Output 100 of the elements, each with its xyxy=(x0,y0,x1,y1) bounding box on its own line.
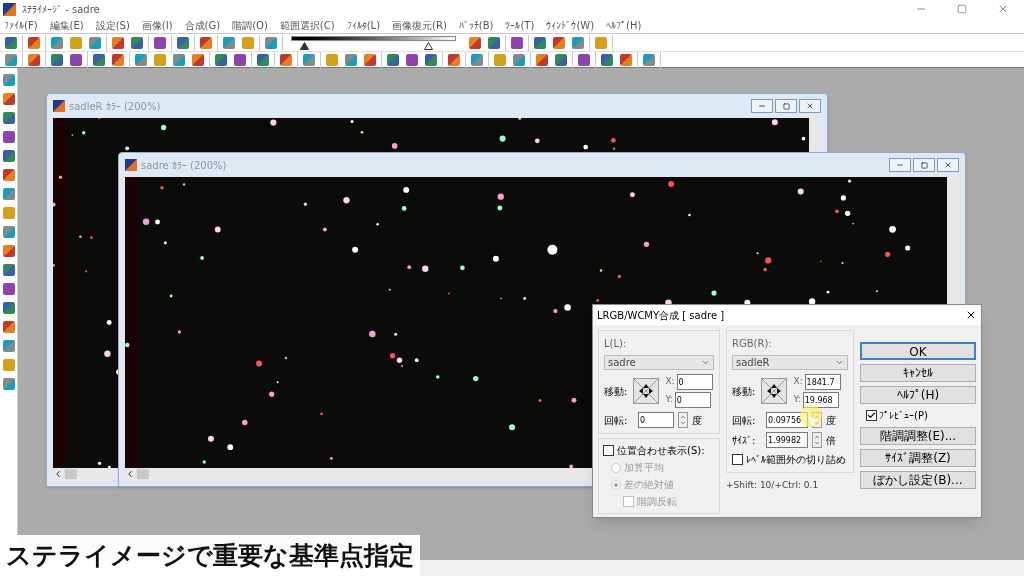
toolbar-button[interactable] xyxy=(278,51,294,68)
toolbar-button[interactable] xyxy=(641,51,657,68)
toolbar-button[interactable] xyxy=(263,34,279,51)
toolbar-button[interactable] xyxy=(91,51,107,68)
toolbar-button[interactable] xyxy=(0,281,17,297)
menu-item[interactable]: 階調(O) xyxy=(232,18,268,33)
toolbar-button[interactable] xyxy=(49,51,65,68)
dialog-button[interactable]: ｷｬﾝｾﾙ xyxy=(860,364,976,382)
move-pad-icon[interactable] xyxy=(761,378,788,404)
toolbar-button[interactable] xyxy=(0,262,17,278)
menu-item[interactable]: ﾌｧｲﾙ(F) xyxy=(4,18,38,33)
minimize-button[interactable] xyxy=(889,158,911,172)
menu-item[interactable]: ﾂｰﾙ(T) xyxy=(505,18,535,33)
toolbar-button[interactable] xyxy=(221,34,237,51)
toolbar-button[interactable] xyxy=(190,51,206,68)
toolbar-button[interactable] xyxy=(362,51,378,68)
input-field[interactable]: 0 xyxy=(674,392,711,408)
toolbar-button[interactable] xyxy=(570,34,586,51)
dialog-button[interactable]: ぼかし設定(B)... xyxy=(860,471,976,489)
toolbar-button[interactable] xyxy=(324,51,340,68)
toolbar-button[interactable] xyxy=(0,148,17,164)
scroll-left-icon[interactable] xyxy=(53,469,63,479)
toolbar-button[interactable] xyxy=(509,34,525,51)
toolbar-button[interactable] xyxy=(26,34,42,51)
close-icon[interactable] xyxy=(965,309,977,321)
close-button[interactable] xyxy=(799,99,821,113)
toolbar-button[interactable] xyxy=(486,34,502,51)
toolbar-button[interactable] xyxy=(343,51,359,68)
toolbar-button[interactable] xyxy=(0,338,17,354)
input-field[interactable]: 1841.7 xyxy=(804,374,841,390)
menu-item[interactable]: ﾌｨﾙﾀ(L) xyxy=(346,18,381,33)
menu-item[interactable]: ﾊﾞｯﾁ(B) xyxy=(458,18,494,33)
toolbar-button[interactable] xyxy=(553,51,569,68)
toolbar-button[interactable] xyxy=(301,51,317,68)
menu-item[interactable]: 範囲選択(C) xyxy=(279,18,335,33)
checkbox[interactable] xyxy=(603,445,614,456)
toolbar-button[interactable] xyxy=(618,51,634,68)
toolbar-button[interactable] xyxy=(511,51,527,68)
checkbox[interactable] xyxy=(732,454,743,465)
menu-item[interactable]: 画像復元(R) xyxy=(392,18,447,33)
toolbar-button[interactable] xyxy=(532,34,548,51)
toolbar-button[interactable] xyxy=(0,376,17,392)
close-button[interactable] xyxy=(937,158,959,172)
toolbar-button[interactable] xyxy=(133,51,149,68)
scroll-thumb[interactable] xyxy=(137,469,149,479)
toolbar-button[interactable] xyxy=(49,34,65,51)
menu-item[interactable]: ｳｨﾝﾄﾞｳ(W) xyxy=(546,18,595,33)
toolbar-button[interactable] xyxy=(446,51,462,68)
checkbox[interactable] xyxy=(866,410,877,421)
toolbar-button[interactable] xyxy=(152,34,168,51)
toolbar-button[interactable] xyxy=(576,51,592,68)
toolbar-button[interactable] xyxy=(232,51,248,68)
toolbar-button[interactable] xyxy=(26,51,42,68)
scroll-thumb[interactable] xyxy=(65,469,77,479)
toolbar-button[interactable] xyxy=(0,243,17,259)
toolbar-button[interactable] xyxy=(0,224,17,240)
toolbar-button[interactable] xyxy=(110,51,126,68)
toolbar-button[interactable] xyxy=(87,34,103,51)
toolbar-button[interactable] xyxy=(404,51,420,68)
input-field[interactable]: 0 xyxy=(638,412,674,428)
toolbar-button[interactable] xyxy=(171,51,187,68)
minimize-button[interactable] xyxy=(751,99,773,113)
menu-item[interactable]: 設定(S) xyxy=(95,18,130,33)
toolbar-button[interactable] xyxy=(551,34,567,51)
input-field[interactable]: 0 xyxy=(676,374,713,390)
toolbar-button[interactable] xyxy=(152,51,168,68)
toolbar-button[interactable] xyxy=(0,91,17,107)
toolbar-button[interactable] xyxy=(110,34,126,51)
toolbar-button[interactable] xyxy=(3,51,19,68)
scroll-left-icon[interactable] xyxy=(125,469,135,479)
toolbar-button[interactable] xyxy=(492,51,508,68)
input-field[interactable]: 1.99982 xyxy=(766,432,808,448)
dialog-button[interactable]: OK xyxy=(860,342,976,360)
dropdown[interactable]: sadleR xyxy=(732,355,848,370)
input-field[interactable]: 19.968 xyxy=(802,392,839,408)
dialog-button[interactable]: ﾍﾙﾌﾟ(H) xyxy=(860,386,976,404)
toolbar-button[interactable] xyxy=(423,51,439,68)
toolbar-button[interactable] xyxy=(68,51,84,68)
toolbar-button[interactable] xyxy=(255,51,271,68)
input-field[interactable]: 0.09756 xyxy=(766,412,808,428)
toolbar-button[interactable] xyxy=(3,34,19,51)
toolbar-button[interactable] xyxy=(0,167,17,183)
dialog-button[interactable]: ｻｲｽﾞ調整(Z) xyxy=(860,449,976,467)
toolbar-button[interactable] xyxy=(0,300,17,316)
toolbar-button[interactable] xyxy=(213,51,229,68)
menu-item[interactable]: 編集(E) xyxy=(49,18,84,33)
toolbar-button[interactable] xyxy=(0,186,17,202)
toolbar-button[interactable] xyxy=(129,34,145,51)
toolbar-button[interactable] xyxy=(0,319,17,335)
toolbar-button[interactable] xyxy=(0,110,17,126)
toolbar-button[interactable] xyxy=(469,51,485,68)
toolbar-button[interactable] xyxy=(385,51,401,68)
menu-item[interactable]: 合成(G) xyxy=(184,18,221,33)
move-pad-icon[interactable] xyxy=(633,378,660,404)
toolbar-button[interactable] xyxy=(467,34,483,51)
dialog-button[interactable]: 階調調整(E)... xyxy=(860,427,976,445)
toolbar-button[interactable] xyxy=(175,34,191,51)
toolbar-button[interactable] xyxy=(534,51,550,68)
toolbar-button[interactable] xyxy=(0,129,17,145)
menu-item[interactable]: 画像(I) xyxy=(141,18,173,33)
